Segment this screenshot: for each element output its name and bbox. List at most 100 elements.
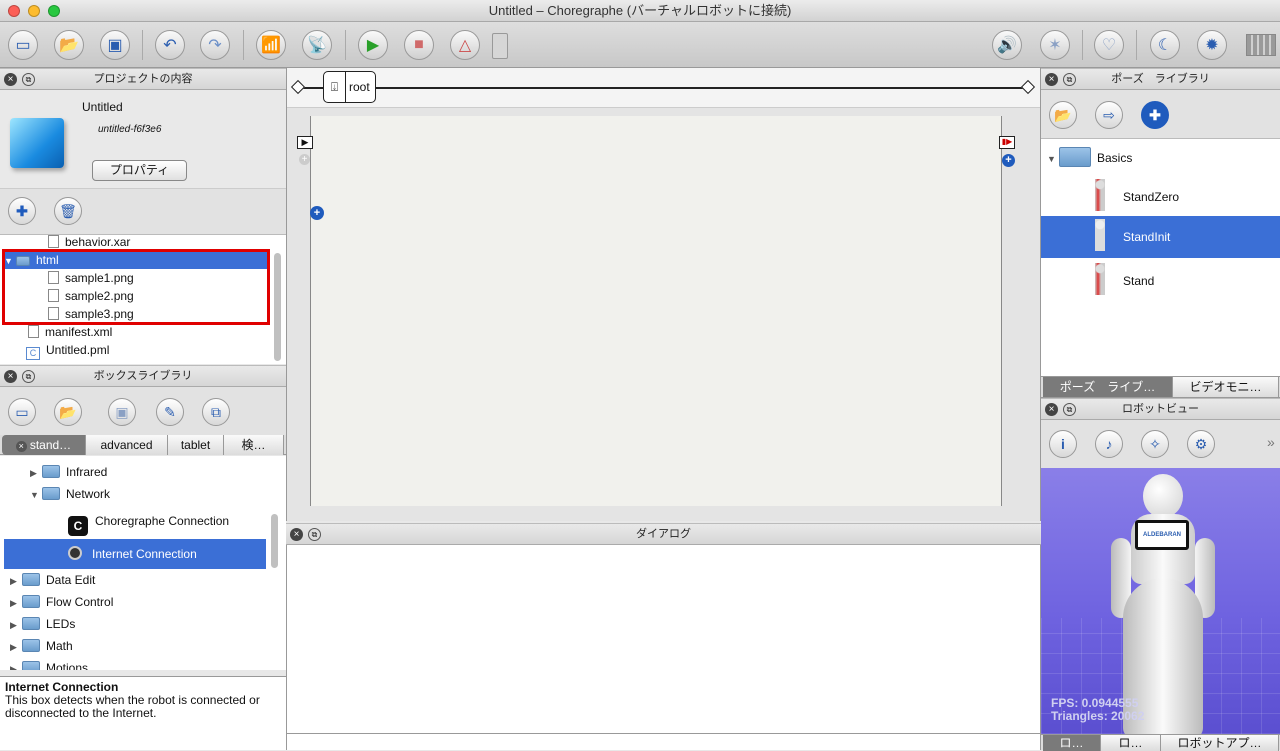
box-library-header: × ⧉ ボックスライブラリ	[0, 365, 286, 387]
new-project-icon[interactable]: ▭	[8, 30, 38, 60]
zoom-window-button[interactable]	[48, 5, 60, 17]
float-panel-icon[interactable]: ⧉	[308, 528, 321, 541]
tree-box-item-selected[interactable]: Internet Connection	[4, 539, 266, 569]
choregraphe-box-icon: C	[68, 516, 88, 536]
robot-pose-icon	[1089, 219, 1111, 251]
tree-file[interactable]: manifest.xml	[28, 323, 112, 341]
pose-library-header: × ⧉ ポーズ ライブラリ	[1041, 68, 1280, 90]
wake-up-icon[interactable]: ✹	[1197, 30, 1227, 60]
close-panel-icon[interactable]: ×	[1045, 73, 1058, 86]
library-scrollbar[interactable]	[271, 514, 278, 568]
toolbar-slot	[492, 33, 508, 59]
box-library-tree: ▶ Infrared ▼ Network C Choregraphe Connecti…	[0, 456, 286, 670]
disconnect-icon[interactable]: 📡	[302, 30, 332, 60]
tree-folder[interactable]: ▶ Flow Control	[10, 593, 113, 611]
dialog-panel-header: × ⧉ ダイアログ	[286, 523, 1041, 545]
more-icon[interactable]: »	[1267, 434, 1275, 450]
project-panel-header: × ⧉ プロジェクトの内容	[0, 68, 286, 90]
add-file-icon[interactable]: ✚	[8, 197, 36, 225]
breadcrumb-line	[301, 87, 1027, 89]
tab-robot-apps[interactable]: ロボットアプ…	[1161, 735, 1279, 751]
sonar-toggle-icon[interactable]: ✧	[1141, 430, 1169, 458]
robot-head	[1143, 474, 1183, 518]
stop-icon[interactable]: ■	[404, 30, 434, 60]
tab-standard[interactable]: × stand…	[2, 435, 86, 455]
animation-mode-icon[interactable]: ✶	[1040, 30, 1070, 60]
stiffness-icon[interactable]: ♡	[1094, 30, 1124, 60]
pose-item[interactable]: StandZero	[1089, 179, 1179, 211]
box-description: Internet Connection This box detects whe…	[0, 676, 286, 750]
sound-toggle-icon[interactable]: ♪	[1095, 430, 1123, 458]
minimize-window-button[interactable]	[28, 5, 40, 17]
close-panel-icon[interactable]: ×	[4, 370, 17, 383]
settings-toggle-icon[interactable]: ⚙	[1187, 430, 1215, 458]
edit-library-icon[interactable]: ✎	[156, 398, 184, 426]
undo-icon[interactable]: ↶	[155, 30, 185, 60]
add-parameter-icon[interactable]: +	[310, 206, 324, 220]
float-panel-icon[interactable]: ⧉	[1063, 403, 1076, 416]
add-input-icon[interactable]: +	[299, 154, 310, 165]
stop-output-icon[interactable]: ▮▶	[999, 136, 1015, 149]
save-library-icon[interactable]: ▣	[108, 398, 136, 426]
tree-folder[interactable]: ▶ Motions	[10, 659, 88, 670]
info-icon[interactable]: i	[1049, 430, 1077, 458]
redo-icon[interactable]: ↷	[200, 30, 230, 60]
project-name: Untitled	[82, 100, 123, 114]
float-panel-icon[interactable]: ⧉	[22, 370, 35, 383]
add-output-icon[interactable]: +	[1002, 154, 1015, 167]
pose-item-selected[interactable]: StandInit	[1041, 216, 1280, 258]
float-panel-icon[interactable]: ⧉	[1063, 73, 1076, 86]
tab-robot-1[interactable]: ロ…	[1043, 735, 1101, 751]
warning-icon[interactable]: △	[450, 30, 480, 60]
project-file-tree: behavior.xar ▼ html sample1.png sample2.p…	[0, 234, 286, 364]
open-library-icon[interactable]: 📂	[54, 398, 82, 426]
pose-item[interactable]: Stand	[1089, 263, 1154, 295]
tree-scrollbar[interactable]	[274, 253, 281, 361]
play-icon[interactable]: ▶	[358, 30, 388, 60]
pose-folder[interactable]: ▼ Basics	[1047, 147, 1132, 169]
tab-robot-2[interactable]: ロ…	[1101, 735, 1161, 751]
open-pose-icon[interactable]: 📂	[1049, 101, 1077, 129]
rest-icon[interactable]: ☾	[1150, 30, 1180, 60]
delete-file-icon[interactable]: 🗑	[54, 197, 82, 225]
close-panel-icon[interactable]: ×	[290, 528, 303, 541]
connect-icon[interactable]: 📶	[256, 30, 286, 60]
pose-library-toolbar: 📂 ⇨ ✚	[1041, 90, 1280, 138]
tab-video-monitor[interactable]: ビデオモニ…	[1173, 377, 1279, 397]
dialog-content[interactable]	[286, 545, 1041, 750]
tree-folder[interactable]: ▼ Network	[30, 485, 110, 503]
new-box-icon[interactable]: ▭	[8, 398, 36, 426]
tab-tablet[interactable]: tablet	[168, 435, 224, 455]
start-input-icon[interactable]: ▶	[297, 136, 313, 149]
tab-advanced[interactable]: advanced	[86, 435, 168, 455]
close-window-button[interactable]	[8, 5, 20, 17]
library-settings-icon[interactable]: ⧉	[202, 398, 230, 426]
project-actions: ✚ 🗑	[0, 188, 286, 234]
robot-3d-view[interactable]: ALDEBARAN FPS: 0.0944555 Triangles: 2006…	[1041, 468, 1280, 734]
tab-pose-library[interactable]: ポーズ ライブ…	[1043, 377, 1173, 397]
close-panel-icon[interactable]: ×	[1045, 403, 1058, 416]
float-panel-icon[interactable]: ⧉	[22, 73, 35, 86]
root-box-icon: ⍗	[324, 72, 346, 102]
tree-box-item[interactable]: C Choregraphe Connection	[68, 512, 229, 536]
export-pose-icon[interactable]: ⇨	[1095, 101, 1123, 129]
volume-icon[interactable]: 🔊	[992, 30, 1022, 60]
tree-folder[interactable]: ▶ LEDs	[10, 615, 75, 633]
add-pose-icon[interactable]: ✚	[1141, 101, 1169, 129]
close-panel-icon[interactable]: ×	[4, 73, 17, 86]
box-library-toolbar: ▭ 📂 ▣ ✎ ⧉	[0, 387, 286, 435]
open-project-icon[interactable]: 📂	[54, 30, 84, 60]
tree-folder[interactable]: ▶ Infrared	[30, 463, 107, 481]
box-library-tabs: × stand… advanced tablet 検…	[0, 435, 286, 455]
properties-button[interactable]: プロパティ	[92, 160, 187, 181]
root-breadcrumb[interactable]: ⍗ root	[323, 71, 376, 103]
project-cube-icon	[10, 118, 64, 168]
save-project-icon[interactable]: ▣	[100, 30, 130, 60]
main-toolbar: ▭ 📂 ▣ ↶ ↷ 📶 📡 ▶ ■ △ 🔊 ✶ ♡ ☾ ✹	[0, 22, 1280, 68]
tab-search[interactable]: 検…	[224, 435, 284, 455]
internet-box-icon	[68, 546, 82, 560]
flow-canvas[interactable]	[310, 116, 1002, 506]
tree-folder[interactable]: ▶ Math	[10, 637, 73, 655]
tree-folder[interactable]: ▶ Data Edit	[10, 571, 95, 589]
tree-pml-file[interactable]: C Untitled.pml	[26, 341, 109, 360]
